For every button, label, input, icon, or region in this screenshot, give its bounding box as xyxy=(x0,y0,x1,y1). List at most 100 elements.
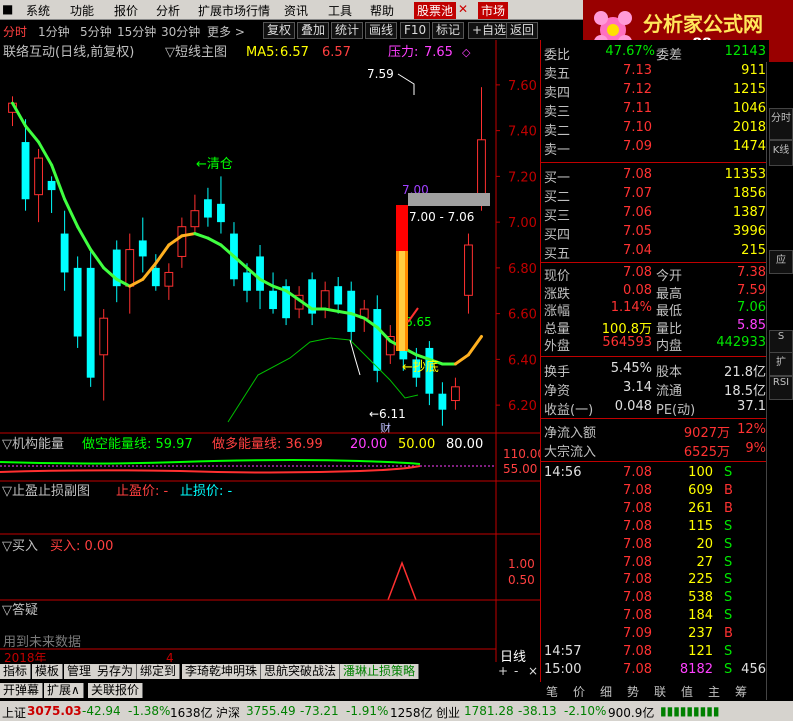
menu-tools[interactable]: 工具 xyxy=(328,2,352,19)
quote-tab-3[interactable]: 势 xyxy=(627,683,639,700)
quote-separator xyxy=(540,461,766,462)
tab-bind-to[interactable]: 绑定到 xyxy=(137,664,181,679)
quote-tab-4[interactable]: 联 xyxy=(654,683,666,700)
quote-tab-1[interactable]: 价 xyxy=(573,683,585,700)
app-icon[interactable]: ■ xyxy=(2,2,13,16)
cy-change: -38.13 xyxy=(518,704,557,718)
tick-volume: 121 xyxy=(688,644,713,659)
quote-tab-0[interactable]: 笔 xyxy=(546,683,558,700)
sh-label: 上证 xyxy=(2,706,27,720)
candle-body xyxy=(373,309,382,371)
add-watchlist-button[interactable]: +自选 xyxy=(468,22,511,39)
period-1min[interactable]: 1分钟 xyxy=(38,23,70,40)
bid-price: 7.05 xyxy=(623,224,652,239)
ma5-value: 6.57 xyxy=(280,45,309,60)
period-30min[interactable]: 30分钟 xyxy=(161,23,200,40)
tab-template[interactable]: 模板 xyxy=(32,664,64,679)
f10-button[interactable]: F10 xyxy=(400,22,431,39)
tick-side: S xyxy=(724,536,733,552)
back-button[interactable]: 返回 xyxy=(506,22,539,39)
mark-button[interactable]: 标记 xyxy=(432,22,465,39)
side-tab-ying[interactable]: 应 xyxy=(769,250,793,274)
tab-liqi-pearl[interactable]: 李琦乾坤明珠 xyxy=(182,664,262,679)
ma5-value-2: 6.57 xyxy=(322,45,351,60)
related-quote-button[interactable]: 关联报价 xyxy=(88,683,144,698)
sub3-label: ▽买入 xyxy=(2,539,38,554)
low-price-label: ←6.11 xyxy=(369,407,406,421)
menu-analysis[interactable]: 分析 xyxy=(156,2,180,19)
menu-quote[interactable]: 报价 xyxy=(114,2,138,19)
chart-title: 联络互动(日线,前复权) xyxy=(3,44,134,60)
tab-indicator[interactable]: 指标 xyxy=(0,664,32,679)
side-tab-kline[interactable]: K线 xyxy=(769,140,793,166)
tab-manage[interactable]: 管理 xyxy=(64,664,96,679)
close-x-icon[interactable]: × xyxy=(528,664,538,678)
candle-body xyxy=(47,180,56,191)
quote-ratio-value: 47.67% xyxy=(605,44,655,59)
tick-side: S xyxy=(724,518,733,534)
side-tab-rsi[interactable]: RSI xyxy=(769,376,793,400)
tab-save-as[interactable]: 另存为 xyxy=(94,664,138,679)
expand-button[interactable]: 扩展∧ xyxy=(44,683,84,698)
quote-tab-6[interactable]: 主 xyxy=(708,683,720,700)
menu-system[interactable]: 系统 xyxy=(26,2,50,19)
tab-sihang-breakout[interactable]: 思航突破战法 xyxy=(261,664,341,679)
y-tick-label: 7.00 xyxy=(508,216,537,231)
y-tick-label: 6.80 xyxy=(508,262,537,277)
sh-volume: 1638亿 xyxy=(170,706,213,720)
sub3-ytick-1: 1.00 xyxy=(508,557,535,571)
stat-label-2: 最高 xyxy=(656,286,683,302)
quote-tab-7[interactable]: 筹 xyxy=(735,683,747,700)
sub1-short-energy: 做空能量线: 59.97 xyxy=(82,437,193,452)
sub1-long-energy: 做多能量线: 36.99 xyxy=(212,436,323,452)
side-tab-ext[interactable]: 扩 xyxy=(769,352,793,376)
side-tab-timeshare[interactable]: 分时 xyxy=(769,108,793,140)
candle-body xyxy=(320,290,330,310)
period-more[interactable]: 更多 > xyxy=(207,23,245,40)
ask-volume: 1215 xyxy=(732,82,766,97)
minus-icon[interactable]: - xyxy=(514,664,518,678)
day-line-label: 日线 xyxy=(500,650,526,662)
sub1-ytick-110: 110.00 xyxy=(503,447,540,461)
stat-label-2: 量比 xyxy=(656,321,683,337)
tick-volume: 538 xyxy=(688,590,713,606)
tab-panlin-stoploss[interactable]: 潘琳止损策略 xyxy=(340,664,420,679)
sz-volume: 1258亿 xyxy=(390,706,433,720)
period-timeshare[interactable]: 分时 xyxy=(3,23,27,40)
kline-chart[interactable]: 联络互动(日线,前复权) ▽短线主图 MA5: 6.57 6.57 压力: 7.… xyxy=(0,40,540,662)
quote-tab-5[interactable]: 值 xyxy=(681,683,693,700)
bid-label: 买三 xyxy=(544,209,571,224)
candle-body xyxy=(256,256,264,291)
close-icon[interactable]: ✕ xyxy=(458,2,468,16)
quote-tab-2[interactable]: 细 xyxy=(600,683,612,700)
danmu-toggle[interactable]: 开弹幕 xyxy=(0,683,44,698)
menu-function[interactable]: 功能 xyxy=(70,2,94,19)
draw-line-button[interactable]: 画线 xyxy=(365,22,398,39)
menu-news[interactable]: 资讯 xyxy=(284,2,308,19)
add-icon[interactable]: + xyxy=(498,664,508,678)
market-bars-icon: ▮▮▮▮▮▮▮▮▮ xyxy=(660,704,720,718)
statistics-button[interactable]: 统计 xyxy=(331,22,364,39)
indicator-tabs: 指标 模板 管理 另存为 绑定到 李琦乾坤明珠 思航突破战法 潘琳止损策略 + … xyxy=(0,663,540,681)
bid-label: 买五 xyxy=(544,247,571,262)
restore-rights-button[interactable]: 复权 xyxy=(263,22,296,39)
side-tab-s[interactable]: S xyxy=(769,330,793,354)
period-15min[interactable]: 15分钟 xyxy=(117,23,156,40)
sub2-stop-loss: 止损价: - xyxy=(180,484,233,499)
sub4-label: ▽答疑 xyxy=(2,602,38,618)
stock-pool-button[interactable]: 股票池 xyxy=(414,2,457,19)
candle-body xyxy=(243,272,251,291)
stat-value-2: 7.38 xyxy=(737,265,766,280)
period-5min[interactable]: 5分钟 xyxy=(80,23,112,40)
bid-price: 7.07 xyxy=(623,186,652,201)
menu-help[interactable]: 帮助 xyxy=(370,2,394,19)
logo-title: 分析家公式网 xyxy=(643,12,763,36)
ask-price: 7.13 xyxy=(623,63,652,78)
overlay-button[interactable]: 叠加 xyxy=(297,22,330,39)
stat-label: 现价 xyxy=(544,269,571,284)
stat-value: 100.8万 xyxy=(601,321,652,337)
market-button[interactable]: 市场 xyxy=(478,2,509,19)
signal-bar-red xyxy=(396,205,408,251)
stat2-value: 5.45% xyxy=(610,361,652,376)
menu-ext-market[interactable]: 扩展市场行情 xyxy=(198,2,270,19)
